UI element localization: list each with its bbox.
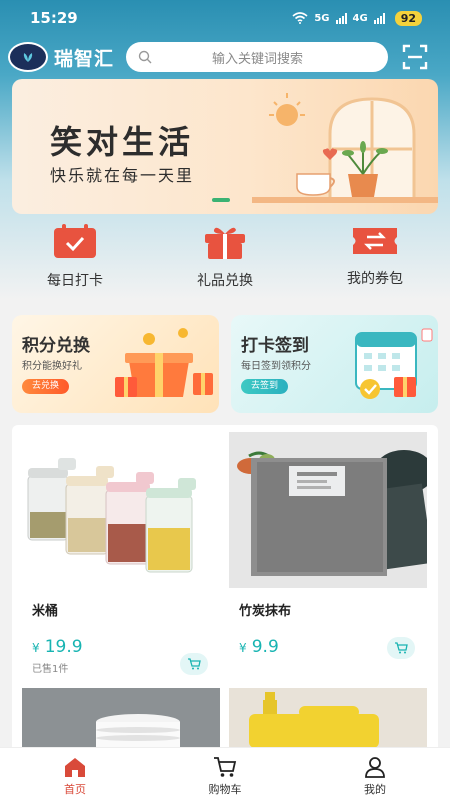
product-name: 竹炭抹布 [239, 604, 292, 619]
product-card[interactable]: 竹炭抹布 ¥ 9.9 [229, 432, 427, 667]
user-icon [365, 757, 385, 778]
promo-title: 打卡签到 [241, 336, 309, 356]
cart-icon [395, 642, 408, 654]
app-name: 瑞智汇 [54, 47, 115, 70]
banner-title: 笑对生活 [50, 123, 195, 161]
product-card[interactable]: 米桶 ¥ 19.9 已售1件 [22, 432, 220, 682]
product-image [22, 688, 220, 748]
gift-icon [205, 227, 245, 259]
promo-checkin[interactable]: 打卡签到 每日签到领积分 去签到 [231, 315, 438, 413]
app-logo [8, 42, 48, 72]
banner-subtitle: 快乐就在每一天里 [50, 166, 195, 185]
coupon-icon [353, 228, 397, 254]
app-header: 瑞智汇 输入关键词搜索 [8, 40, 442, 74]
cart-icon [214, 757, 237, 777]
cart-icon [188, 658, 201, 670]
promo-points-exchange[interactable]: 积分兑换 积分能换好礼 去兑换 [12, 315, 219, 413]
quick-action-label: 礼品兑换 [197, 273, 253, 289]
signal-bars-icon [335, 12, 347, 24]
sold-count: 已售1件 [32, 664, 69, 675]
quick-action-daily-checkin[interactable]: 每日打卡 [15, 224, 135, 304]
promo-title: 积分兑换 [22, 336, 90, 356]
tab-profile[interactable]: 我的 [325, 748, 425, 800]
calendar-illustration [355, 328, 433, 399]
battery-badge: 92 [394, 10, 422, 26]
quick-action-label: 我的券包 [347, 271, 403, 287]
price-value: 19.9 [44, 637, 83, 657]
add-to-cart-button[interactable] [180, 653, 208, 675]
quick-actions: 每日打卡 礼品兑换 我的券包 [0, 224, 450, 304]
rice-bucket-image [27, 458, 196, 573]
gift-box-illustration [115, 328, 213, 397]
product-card[interactable] [229, 688, 427, 748]
bottom-tab-bar: 首页 购物车 我的 [0, 747, 450, 800]
quick-action-gift-exchange[interactable]: 礼品兑换 [165, 224, 285, 304]
wifi-icon [292, 12, 308, 24]
home-icon [65, 758, 85, 777]
product-name: 米桶 [32, 604, 59, 619]
tab-label: 购物车 [208, 783, 242, 796]
tab-home[interactable]: 首页 [25, 748, 125, 800]
search-input[interactable]: 输入关键词搜索 [126, 42, 389, 72]
redeem-button[interactable]: 去兑换 [22, 379, 70, 394]
network-5g-label: 5G [314, 12, 330, 24]
quick-action-label: 每日打卡 [47, 273, 103, 289]
add-to-cart-button[interactable] [387, 637, 415, 659]
promo-subtitle: 每日签到领积分 [241, 361, 311, 372]
product-image [22, 432, 220, 588]
tab-cart[interactable]: 购物车 [175, 748, 275, 800]
currency-symbol: ¥ [239, 641, 247, 655]
network-4g-label: 4G [352, 12, 368, 24]
quick-action-my-coupons[interactable]: 我的券包 [315, 224, 435, 304]
product-price: ¥ 19.9 [32, 637, 83, 657]
status-icons: 5G 4G 92 [292, 10, 422, 26]
product-image [229, 432, 427, 588]
product-price: ¥ 9.9 [239, 637, 279, 657]
tab-label: 我的 [364, 783, 386, 796]
checkin-button[interactable]: 去签到 [241, 379, 289, 394]
product-image [229, 688, 427, 748]
signal-bars-icon-2 [373, 12, 385, 24]
hero-banner[interactable]: 笑对生活 快乐就在每一天里 [12, 79, 438, 214]
status-bar: 15:29 5G 4G 92 [0, 0, 450, 36]
promo-subtitle: 积分能换好礼 [22, 361, 82, 372]
oil-jug-image [229, 688, 427, 748]
bamboo-cloth-image [229, 432, 427, 588]
product-card[interactable] [22, 688, 220, 748]
calendar-check-icon [54, 224, 96, 258]
price-value: 9.9 [251, 637, 279, 657]
status-time: 15:29 [30, 9, 78, 27]
leaf-logo-icon [23, 53, 33, 62]
currency-symbol: ¥ [32, 641, 40, 655]
tab-label: 首页 [64, 783, 86, 796]
search-placeholder: 输入关键词搜索 [212, 51, 304, 67]
carousel-indicator [212, 198, 230, 202]
search-icon [138, 50, 152, 64]
bowl-stack-image [96, 714, 180, 748]
scan-icon[interactable] [402, 44, 428, 70]
